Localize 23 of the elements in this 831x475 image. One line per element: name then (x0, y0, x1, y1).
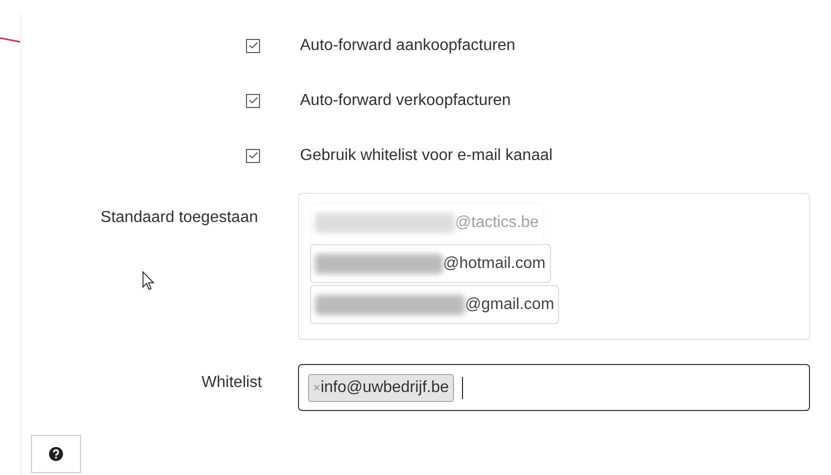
whitelist-field[interactable]: ×info@uwbedrijf.be (298, 364, 810, 411)
email-domain: @tactics.be (455, 212, 539, 232)
help-icon (49, 447, 63, 461)
check-icon (248, 40, 258, 51)
mouse-pointer-icon (142, 271, 155, 291)
checkbox[interactable] (246, 38, 260, 52)
checkbox[interactable] (246, 148, 260, 162)
email-tag[interactable]: @gmail.com (310, 285, 560, 324)
help-button[interactable] (31, 435, 81, 473)
checkbox[interactable] (246, 94, 260, 108)
email-domain: @gmail.com (465, 294, 554, 314)
check-icon (248, 95, 258, 106)
email-tag[interactable]: @hotmail.com (310, 244, 550, 283)
option-label: Auto-forward verkoopfacturen (300, 90, 511, 110)
field-label: Standaard toegestaan (100, 208, 258, 228)
option-label: Gebruik whitelist voor e-mail kanaal (300, 146, 553, 166)
email-address: info@uwbedrijf.be (320, 378, 449, 398)
option-label: Auto-forward aankoopfacturen (300, 36, 516, 56)
check-icon (248, 150, 258, 161)
text-cursor (462, 376, 463, 398)
field-label: Whitelist (202, 373, 262, 393)
accent-line (0, 36, 22, 44)
email-domain: @hotmail.com (443, 254, 546, 274)
